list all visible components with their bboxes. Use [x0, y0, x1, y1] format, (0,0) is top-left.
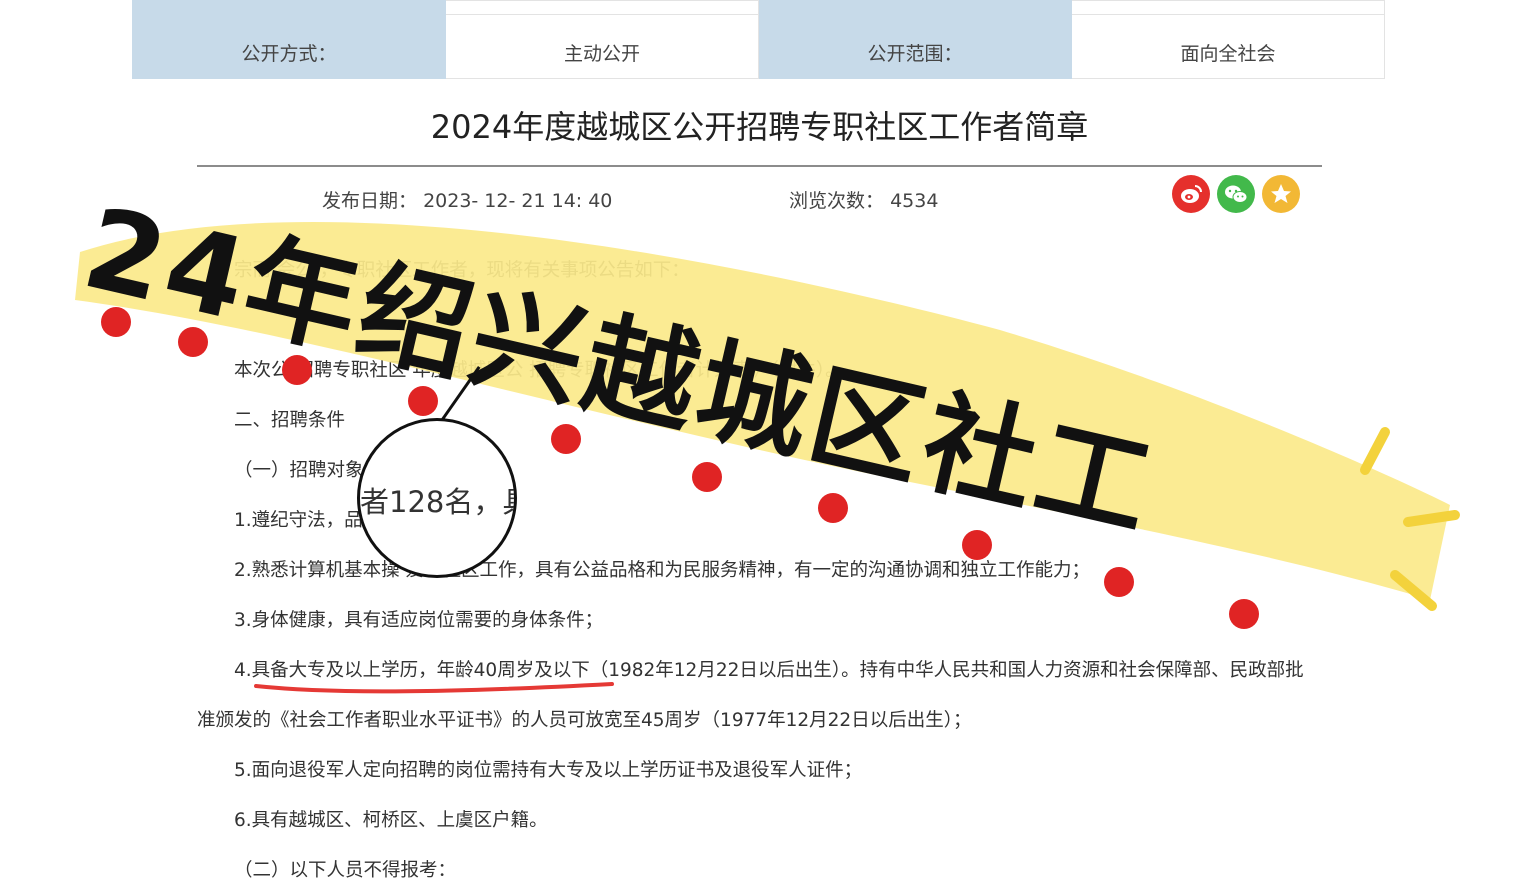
disclosure-meta-table: 公开方式： 主动公开 公开范围： 面向全社会 [132, 0, 1385, 79]
method-label: 公开方式： [132, 14, 446, 79]
subsection-heading-exclusions: （二）以下人员不得报考： [234, 860, 457, 881]
red-dot [692, 462, 722, 492]
wechat-icon [1225, 185, 1248, 203]
underline-mark [254, 682, 614, 694]
red-dot [818, 493, 848, 523]
red-dot [1104, 567, 1134, 597]
title-divider [197, 165, 1322, 167]
weibo-share-button[interactable] [1172, 175, 1210, 213]
section-heading-conditions: 二、招聘条件 [234, 410, 346, 431]
view-count-value: 4534 [890, 190, 939, 212]
publish-date: 发布日期： 2023- 12- 21 14: 40 [322, 186, 612, 213]
view-count: 浏览次数： 4534 [789, 186, 938, 213]
condition-2: 2.熟悉计算机基本操 爱心社区工作，具有公益品格和为民服务精神，有一定的沟通协调… [234, 560, 1091, 581]
condition-5: 5.面向退役军人定向招聘的岗位需持有大专及以上学历证书及退役军人证件； [234, 760, 863, 781]
view-count-label: 浏览次数： [789, 190, 885, 212]
publish-date-label: 发布日期： [322, 190, 418, 212]
wechat-share-button[interactable] [1217, 175, 1255, 213]
weibo-icon [1181, 185, 1202, 203]
article-title: 2024年度越城区公开招聘专职社区工作者简章 [430, 108, 1089, 146]
publish-date-value: 2023- 12- 21 14: 40 [423, 190, 613, 212]
red-dot [1229, 599, 1259, 629]
scope-value: 面向全社会 [1071, 14, 1385, 79]
magnifier-lens: 者128名，具备 [357, 418, 517, 578]
subsection-heading-targets: （一）招聘对象 [234, 460, 364, 481]
red-dot [962, 530, 992, 560]
condition-4-continued: 准颁发的《社会工作者职业水平证书》的人员可放宽至45周岁（1977年12月22日… [197, 710, 972, 731]
method-value: 主动公开 [445, 14, 759, 79]
scope-label: 公开范围： [758, 14, 1072, 79]
condition-3: 3.身体健康，具有适应岗位需要的身体条件； [234, 610, 604, 631]
sparkle-lines [1360, 427, 1460, 611]
favorite-button[interactable] [1262, 175, 1300, 213]
favorite-star-icon [1271, 184, 1291, 203]
condition-4: 4.具备大专及以上学历，年龄40周岁及以下（1982年12月22日以后出生）。持… [234, 660, 1304, 681]
condition-6: 6.具有越城区、柯桥区、上虞区户籍。 [234, 810, 548, 831]
magnified-text: 者128名，具备 [360, 485, 514, 519]
